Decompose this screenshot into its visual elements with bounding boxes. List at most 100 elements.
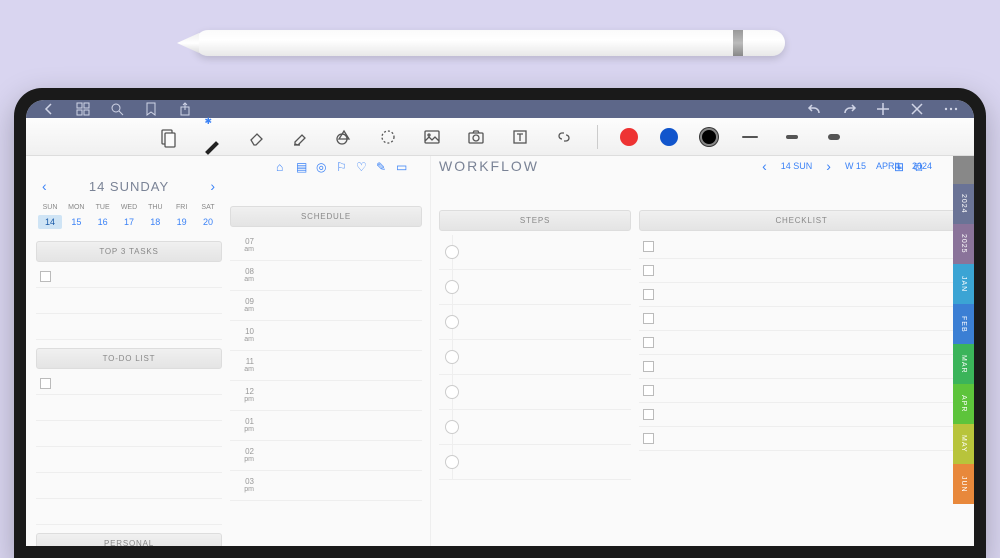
step-row[interactable]: [439, 410, 631, 445]
grid-icon[interactable]: [74, 100, 92, 118]
link-tool-icon[interactable]: [553, 126, 575, 148]
step-row[interactable]: [439, 235, 631, 270]
task-line[interactable]: [36, 399, 222, 421]
time-row[interactable]: 08am: [230, 261, 422, 291]
eraser-tool-icon[interactable]: [245, 126, 267, 148]
checkbox-icon[interactable]: [643, 385, 654, 396]
task-line[interactable]: [36, 373, 222, 395]
time-row[interactable]: 03pm: [230, 471, 422, 501]
target-mini-icon[interactable]: ◎: [316, 160, 330, 174]
next-day-arrow[interactable]: ›: [206, 178, 220, 194]
stroke-med[interactable]: [782, 134, 802, 140]
checkbox-icon[interactable]: [40, 378, 51, 389]
task-line[interactable]: [36, 477, 222, 499]
color-blue[interactable]: [660, 128, 678, 146]
stroke-thick[interactable]: [824, 134, 844, 140]
side-tab-MAY[interactable]: MAY: [953, 424, 974, 464]
time-row[interactable]: 02pm: [230, 441, 422, 471]
checklist-line[interactable]: [639, 283, 964, 307]
date-cell[interactable]: 18: [143, 215, 167, 229]
checklist-line[interactable]: [639, 235, 964, 259]
checkbox-icon[interactable]: [40, 271, 51, 282]
task-line[interactable]: [36, 503, 222, 525]
side-tab-APR[interactable]: APR: [953, 384, 974, 424]
side-tab-MAR[interactable]: MAR: [953, 344, 974, 384]
step-row[interactable]: [439, 375, 631, 410]
task-line[interactable]: [36, 451, 222, 473]
clipboard-mini-icon[interactable]: ▤: [296, 160, 310, 174]
checkbox-icon[interactable]: [643, 313, 654, 324]
side-tab-JAN[interactable]: JAN: [953, 264, 974, 304]
checklist-line[interactable]: [639, 427, 964, 451]
step-row[interactable]: [439, 305, 631, 340]
date-cell[interactable]: 17: [117, 215, 141, 229]
time-row[interactable]: 01pm: [230, 411, 422, 441]
image-tool-icon[interactable]: [421, 126, 443, 148]
checklist-line[interactable]: [639, 259, 964, 283]
prev-link-arrow[interactable]: ‹: [758, 158, 771, 174]
date-cell[interactable]: 20: [196, 215, 220, 229]
workflow-year[interactable]: 2024: [912, 161, 932, 171]
pen-tool-icon[interactable]: [201, 135, 223, 157]
checklist-line[interactable]: [639, 355, 964, 379]
workflow-date[interactable]: 14 SUN: [781, 161, 813, 171]
checklist-line[interactable]: [639, 307, 964, 331]
text-tool-icon[interactable]: [509, 126, 531, 148]
side-tab-2024[interactable]: 2024: [953, 184, 974, 224]
task-line[interactable]: [36, 318, 222, 340]
workflow-week[interactable]: W 15: [845, 161, 866, 171]
highlighter-tool-icon[interactable]: [289, 126, 311, 148]
flag-mini-icon[interactable]: ⚐: [336, 160, 350, 174]
time-row[interactable]: 07am: [230, 231, 422, 261]
share-icon[interactable]: [176, 100, 194, 118]
time-row[interactable]: 11am: [230, 351, 422, 381]
add-icon[interactable]: [874, 100, 892, 118]
step-row[interactable]: [439, 445, 631, 480]
step-row[interactable]: [439, 270, 631, 305]
checkbox-icon[interactable]: [643, 337, 654, 348]
page-tool-icon[interactable]: [157, 126, 179, 148]
color-red[interactable]: [620, 128, 638, 146]
side-tab-JUN[interactable]: JUN: [953, 464, 974, 504]
checkbox-icon[interactable]: [643, 361, 654, 372]
shape-tool-icon[interactable]: [333, 126, 355, 148]
side-tab-home[interactable]: [953, 156, 974, 184]
date-cell[interactable]: 15: [64, 215, 88, 229]
back-icon[interactable]: [40, 100, 58, 118]
date-cell[interactable]: 16: [91, 215, 115, 229]
time-row[interactable]: 12pm: [230, 381, 422, 411]
task-line[interactable]: [36, 292, 222, 314]
undo-icon[interactable]: [806, 100, 824, 118]
task-line[interactable]: [36, 425, 222, 447]
doc-mini-icon[interactable]: ▭: [396, 160, 410, 174]
camera-tool-icon[interactable]: [465, 126, 487, 148]
stroke-thin[interactable]: [740, 134, 760, 140]
checkbox-icon[interactable]: [643, 409, 654, 420]
date-cell[interactable]: 19: [170, 215, 194, 229]
bookmark-icon[interactable]: [142, 100, 160, 118]
prev-day-arrow[interactable]: ‹: [38, 178, 52, 194]
time-row[interactable]: 09am: [230, 291, 422, 321]
search-icon[interactable]: [108, 100, 126, 118]
redo-icon[interactable]: [840, 100, 858, 118]
lasso-tool-icon[interactable]: [377, 126, 399, 148]
side-tab-2025[interactable]: 2025: [953, 224, 974, 264]
more-icon[interactable]: [942, 100, 960, 118]
task-line[interactable]: [36, 266, 222, 288]
checkbox-icon[interactable]: [643, 241, 654, 252]
checkbox-icon[interactable]: [643, 433, 654, 444]
checkbox-icon[interactable]: [643, 265, 654, 276]
close-icon[interactable]: [908, 100, 926, 118]
checklist-line[interactable]: [639, 331, 964, 355]
side-tab-FEB[interactable]: FEB: [953, 304, 974, 344]
date-cell[interactable]: 14: [38, 215, 62, 229]
checklist-line[interactable]: [639, 403, 964, 427]
heart-mini-icon[interactable]: ♡: [356, 160, 370, 174]
next-link-arrow[interactable]: ›: [822, 158, 835, 174]
checkbox-icon[interactable]: [643, 289, 654, 300]
brush-mini-icon[interactable]: ✎: [376, 160, 390, 174]
home-mini-icon[interactable]: ⌂: [276, 160, 290, 174]
checklist-line[interactable]: [639, 379, 964, 403]
color-black[interactable]: [700, 128, 718, 146]
time-row[interactable]: 10am: [230, 321, 422, 351]
